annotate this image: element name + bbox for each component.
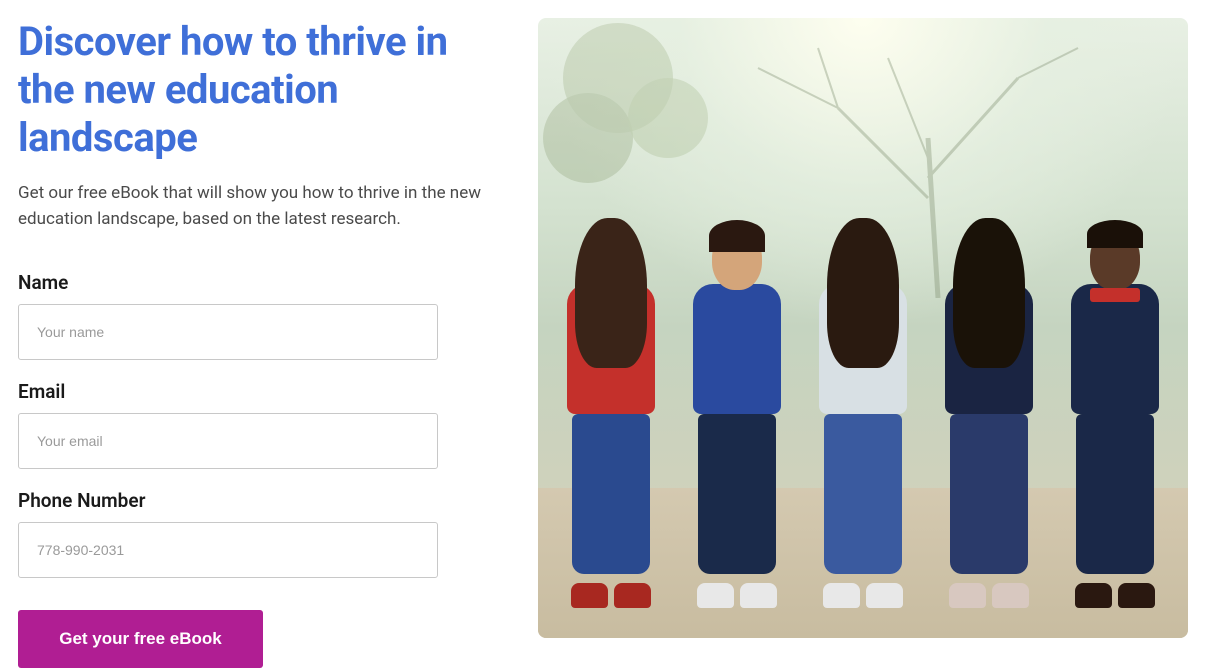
phone-label: Phone Number xyxy=(18,489,498,512)
hero-image xyxy=(538,18,1188,638)
email-input[interactable] xyxy=(18,413,438,469)
email-field-group: Email xyxy=(18,380,498,469)
name-label: Name xyxy=(18,271,498,294)
page-container: Discover how to thrive in the new educat… xyxy=(0,0,1206,669)
people-illustration xyxy=(538,218,1188,588)
phone-field-group: Phone Number xyxy=(18,489,498,578)
page-headline: Discover how to thrive in the new educat… xyxy=(18,18,498,162)
name-input[interactable] xyxy=(18,304,438,360)
email-label: Email xyxy=(18,380,498,403)
submit-button[interactable]: Get your free eBook xyxy=(18,610,263,668)
ebook-form: Name Email Phone Number Get your free eB… xyxy=(18,271,498,668)
page-subtext: Get our free eBook that will show you ho… xyxy=(18,180,498,233)
name-field-group: Name xyxy=(18,271,498,360)
phone-input[interactable] xyxy=(18,522,438,578)
image-column xyxy=(538,18,1188,651)
content-column: Discover how to thrive in the new educat… xyxy=(18,18,498,651)
